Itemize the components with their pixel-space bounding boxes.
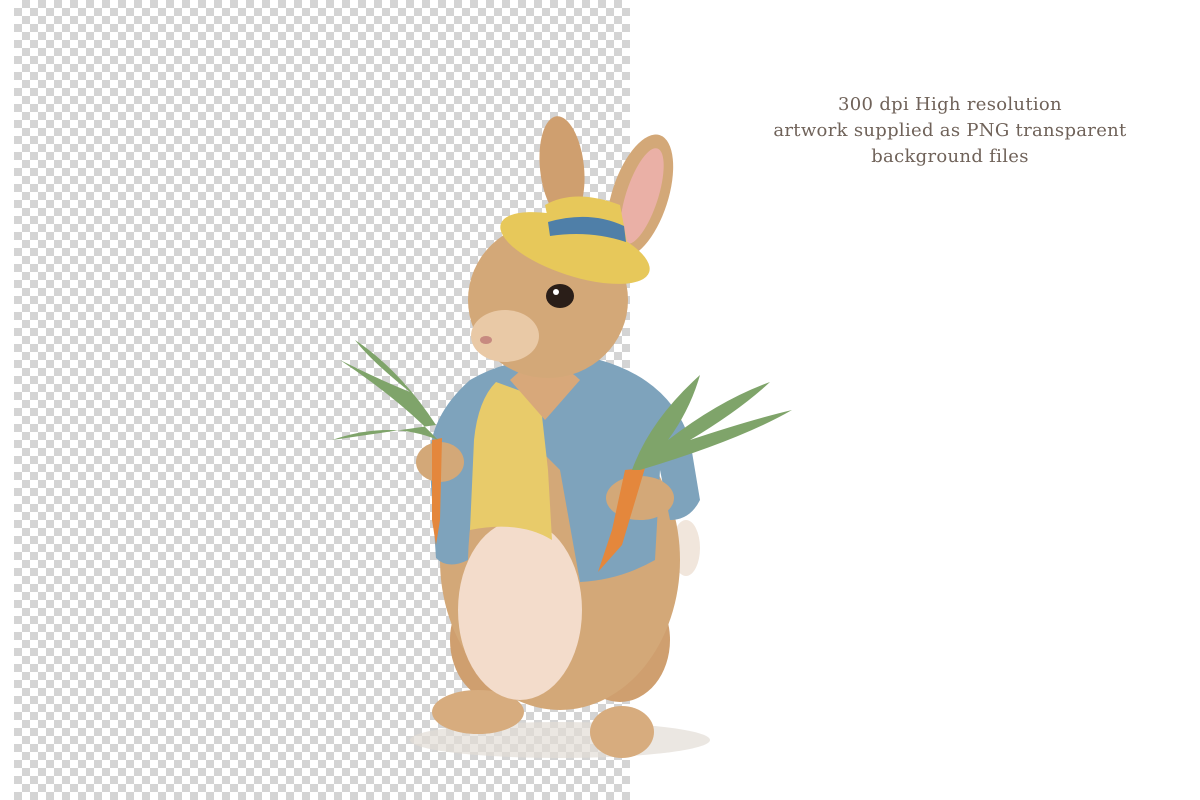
rabbit-right-foot [590,706,654,758]
rabbit-muzzle [471,310,539,362]
caption-line-1: 300 dpi High resolution [838,94,1062,115]
rabbit-eye-highlight [553,289,559,295]
caption-line-2: artwork supplied as PNG transparent [773,120,1127,141]
left-carrot-leaves [332,340,438,440]
rabbit-eye [546,284,574,308]
caption-line-3: background files [871,146,1029,167]
rabbit-nose [480,336,492,344]
rabbit-belly [458,520,582,700]
resolution-caption: 300 dpi High resolution artwork supplied… [740,92,1160,170]
